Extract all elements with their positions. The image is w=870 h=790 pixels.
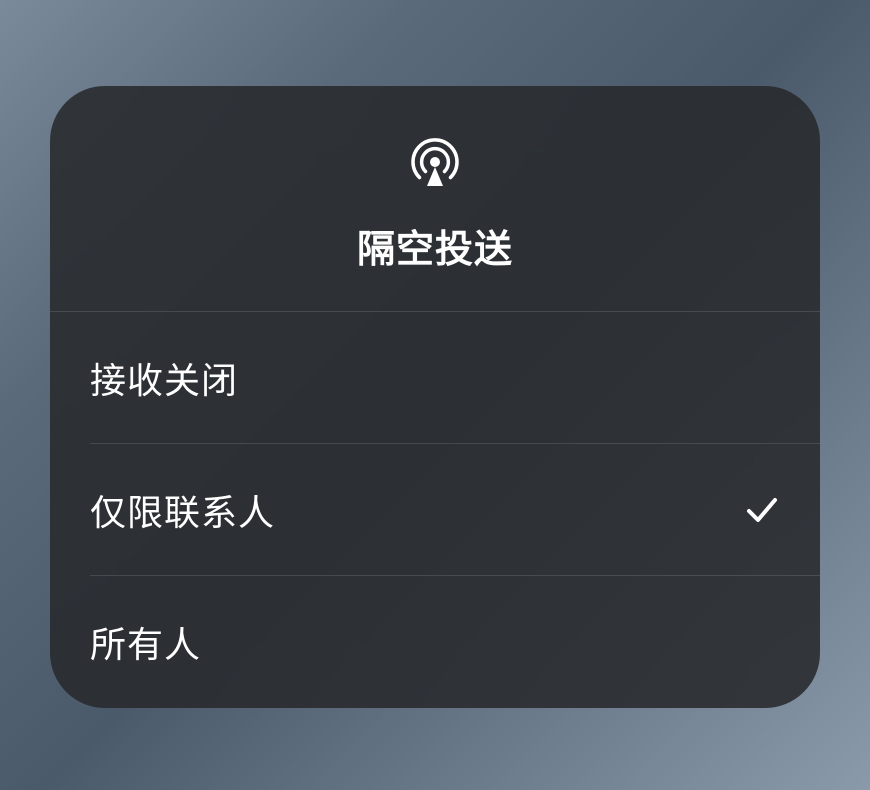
- option-label: 仅限联系人: [90, 484, 275, 536]
- option-label: 接收关闭: [90, 352, 238, 404]
- options-list: 接收关闭 仅限联系人 所有人: [50, 312, 820, 708]
- option-contacts-only[interactable]: 仅限联系人: [50, 444, 820, 576]
- modal-header: 隔空投送: [50, 86, 820, 312]
- modal-title: 隔空投送: [357, 218, 513, 273]
- airdrop-modal: 隔空投送 接收关闭 仅限联系人 所有人: [50, 86, 820, 708]
- option-everyone[interactable]: 所有人: [50, 576, 820, 708]
- checkmark-icon: [744, 492, 780, 528]
- airdrop-icon: [407, 134, 463, 190]
- option-receiving-off[interactable]: 接收关闭: [50, 312, 820, 444]
- option-label: 所有人: [90, 616, 201, 668]
